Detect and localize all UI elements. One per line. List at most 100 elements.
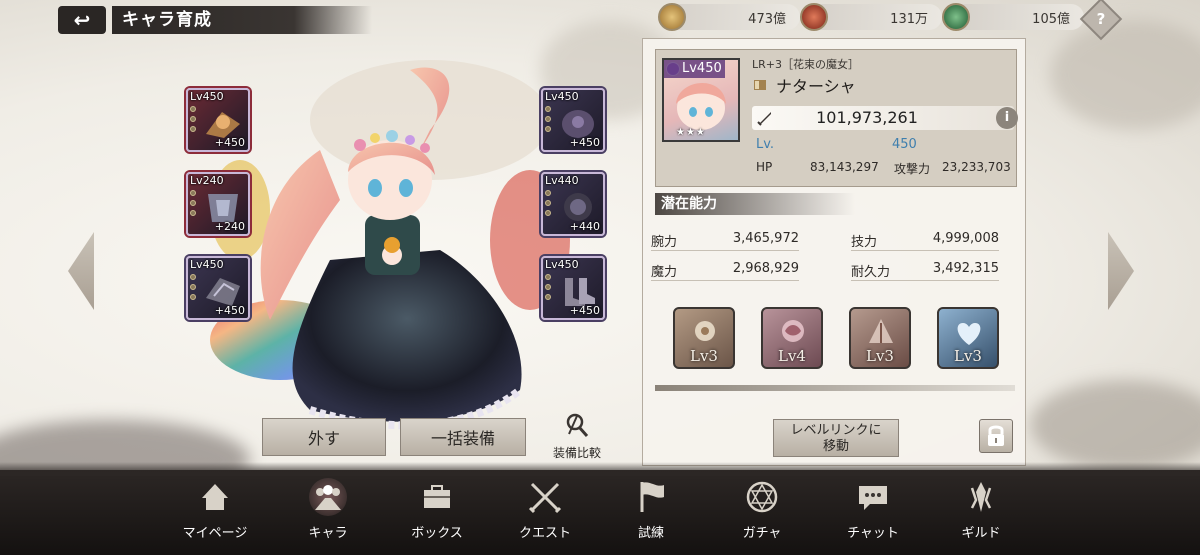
previous-character-arrow[interactable] bbox=[68, 232, 94, 310]
potential-header: 潜在能力 bbox=[655, 193, 855, 215]
green-orb-icon bbox=[942, 3, 970, 31]
level-value: 450 bbox=[892, 137, 917, 152]
character-card: Lv450 ★★★ LR+3［花束の魔女］ ナターシャ 101,973,261 … bbox=[655, 49, 1018, 187]
lock-button[interactable] bbox=[979, 419, 1013, 453]
skill-slot-4[interactable]: Lv3 bbox=[937, 307, 999, 369]
remove-equipment-button[interactable]: 外す bbox=[262, 418, 386, 456]
equipment-level: Lv450 bbox=[545, 90, 579, 103]
equipment-slot-right-2[interactable]: Lv440 +440 bbox=[541, 172, 605, 236]
nav-label: ガチャ bbox=[742, 526, 782, 541]
header: ↩ キャラ育成 473億 131万 105億 ? bbox=[0, 0, 1200, 41]
flower-skill-icon bbox=[695, 321, 715, 341]
nav-my-page[interactable]: マイページ bbox=[170, 478, 260, 548]
equipment-plus: +440 bbox=[569, 220, 600, 233]
character-name: ナターシャ bbox=[776, 77, 856, 96]
skill-level: Lv3 bbox=[690, 347, 718, 365]
level-row: Lv. 450 bbox=[752, 134, 1014, 156]
currency-gold: 473億 bbox=[658, 3, 800, 31]
equip-all-button[interactable]: 一括装備 bbox=[400, 418, 526, 456]
rarity-title: LR+3［花束の魔女］ bbox=[752, 58, 859, 71]
nav-quest[interactable]: クエスト bbox=[500, 478, 590, 548]
lock-icon bbox=[988, 425, 1004, 446]
attack-value: 23,233,703 bbox=[942, 160, 1011, 174]
skill-slot-2[interactable]: Lv4 bbox=[761, 307, 823, 369]
book-icon bbox=[754, 80, 766, 90]
compare-label: 装備比較 bbox=[552, 446, 601, 460]
stat-name: 魔力 bbox=[651, 265, 678, 280]
equipment-plus: +450 bbox=[214, 136, 245, 149]
equipment-sockets bbox=[190, 190, 196, 216]
equipment-slot-right-3[interactable]: Lv450 +450 bbox=[541, 256, 605, 320]
equipment-sockets bbox=[545, 106, 551, 132]
stat-strength: 腕力 3,465,972 bbox=[651, 229, 799, 251]
equipment-plus: +240 bbox=[214, 220, 245, 233]
nav-label: 試練 bbox=[637, 526, 664, 541]
nav-trial[interactable]: 試練 bbox=[606, 478, 696, 548]
equipment-slot-left-1[interactable]: Lv450 +450 bbox=[186, 88, 250, 152]
combat-power-value: 101,973,261 bbox=[816, 108, 918, 127]
rarity-stars: ★★★ bbox=[676, 127, 706, 138]
next-character-arrow[interactable] bbox=[1108, 232, 1134, 310]
nav-label: チャット bbox=[847, 526, 899, 541]
equipment-slot-left-3[interactable]: Lv450 +450 bbox=[186, 256, 250, 320]
characters-icon bbox=[309, 478, 347, 516]
info-button[interactable]: i bbox=[996, 107, 1018, 129]
skill-level: Lv3 bbox=[954, 347, 982, 365]
equipment-plus: +450 bbox=[214, 304, 245, 317]
crossed-swords-icon bbox=[528, 482, 562, 514]
hp-value: 83,143,297 bbox=[810, 160, 879, 174]
level-link-button[interactable]: レベルリンクに 移動 bbox=[773, 419, 899, 457]
currency-green-orb-value: 105億 bbox=[1032, 11, 1070, 27]
skill-slot-1[interactable]: Lv3 bbox=[673, 307, 735, 369]
stat-name: 腕力 bbox=[651, 235, 678, 250]
stat-value: 4,999,008 bbox=[932, 231, 999, 246]
compare-equipment-button[interactable]: 装備比較 bbox=[546, 412, 608, 462]
nav-guild[interactable]: ギルド bbox=[936, 478, 1026, 548]
stat-value: 3,492,315 bbox=[932, 261, 999, 276]
compare-icon bbox=[566, 413, 589, 437]
equipment-slot-left-2[interactable]: Lv240 +240 bbox=[186, 172, 250, 236]
page-title: キャラ育成 bbox=[112, 6, 372, 34]
character-portrait[interactable]: Lv450 ★★★ bbox=[662, 58, 740, 142]
nav-label: クエスト bbox=[518, 526, 571, 541]
attack-label: 攻撃力 bbox=[894, 162, 931, 176]
stat-name: 耐久力 bbox=[851, 265, 891, 280]
nav-box[interactable]: ボックス bbox=[392, 478, 482, 548]
equipment-level: Lv450 bbox=[190, 90, 224, 103]
equipment-level: Lv440 bbox=[545, 174, 579, 187]
back-button[interactable]: ↩ bbox=[58, 6, 106, 34]
skill-slot-3[interactable]: Lv3 bbox=[849, 307, 911, 369]
thorn-skill-icon bbox=[869, 319, 893, 343]
nav-gacha[interactable]: ガチャ bbox=[717, 478, 807, 548]
nav-character[interactable]: キャラ bbox=[283, 478, 373, 548]
stat-magic: 魔力 2,968,929 bbox=[651, 259, 799, 281]
equipment-level: Lv450 bbox=[190, 258, 224, 271]
equipment-sockets bbox=[190, 274, 196, 300]
nav-chat[interactable]: チャット bbox=[828, 478, 918, 548]
magic-circle-icon bbox=[746, 481, 778, 513]
bottom-navigation: マイページ キャラ ボックス クエスト 試練 ガチャ チャット ギルド bbox=[0, 462, 1200, 555]
equipment-slot-right-1[interactable]: Lv450 +450 bbox=[541, 88, 605, 152]
hp-label: HP bbox=[756, 160, 773, 174]
currency-gold-value: 473億 bbox=[748, 11, 786, 27]
portrait-level: Lv450 bbox=[664, 60, 725, 78]
nav-label: ギルド bbox=[961, 526, 1001, 541]
help-button[interactable]: ? bbox=[1079, 0, 1123, 41]
box-icon bbox=[424, 485, 450, 508]
divider bbox=[655, 385, 1015, 391]
stat-technique: 技力 4,999,008 bbox=[851, 229, 999, 251]
rose-skill-icon bbox=[782, 320, 804, 342]
nav-label: マイページ bbox=[182, 526, 248, 541]
level-link-label-line1: レベルリンクに bbox=[790, 423, 882, 438]
name-row: ナターシャ bbox=[752, 74, 856, 96]
equipment-level: Lv240 bbox=[190, 174, 224, 187]
equipment-plus: +450 bbox=[569, 136, 600, 149]
level-link-label-line2: 移動 bbox=[822, 439, 849, 454]
stat-value: 2,968,929 bbox=[732, 261, 799, 276]
nav-label: ボックス bbox=[411, 526, 463, 541]
red-orb-icon bbox=[800, 3, 828, 31]
currency-red-orb: 131万 bbox=[800, 3, 942, 31]
nav-label: キャラ bbox=[308, 526, 348, 541]
equipment-plus: +450 bbox=[569, 304, 600, 317]
currency-red-orb-value: 131万 bbox=[890, 11, 928, 27]
